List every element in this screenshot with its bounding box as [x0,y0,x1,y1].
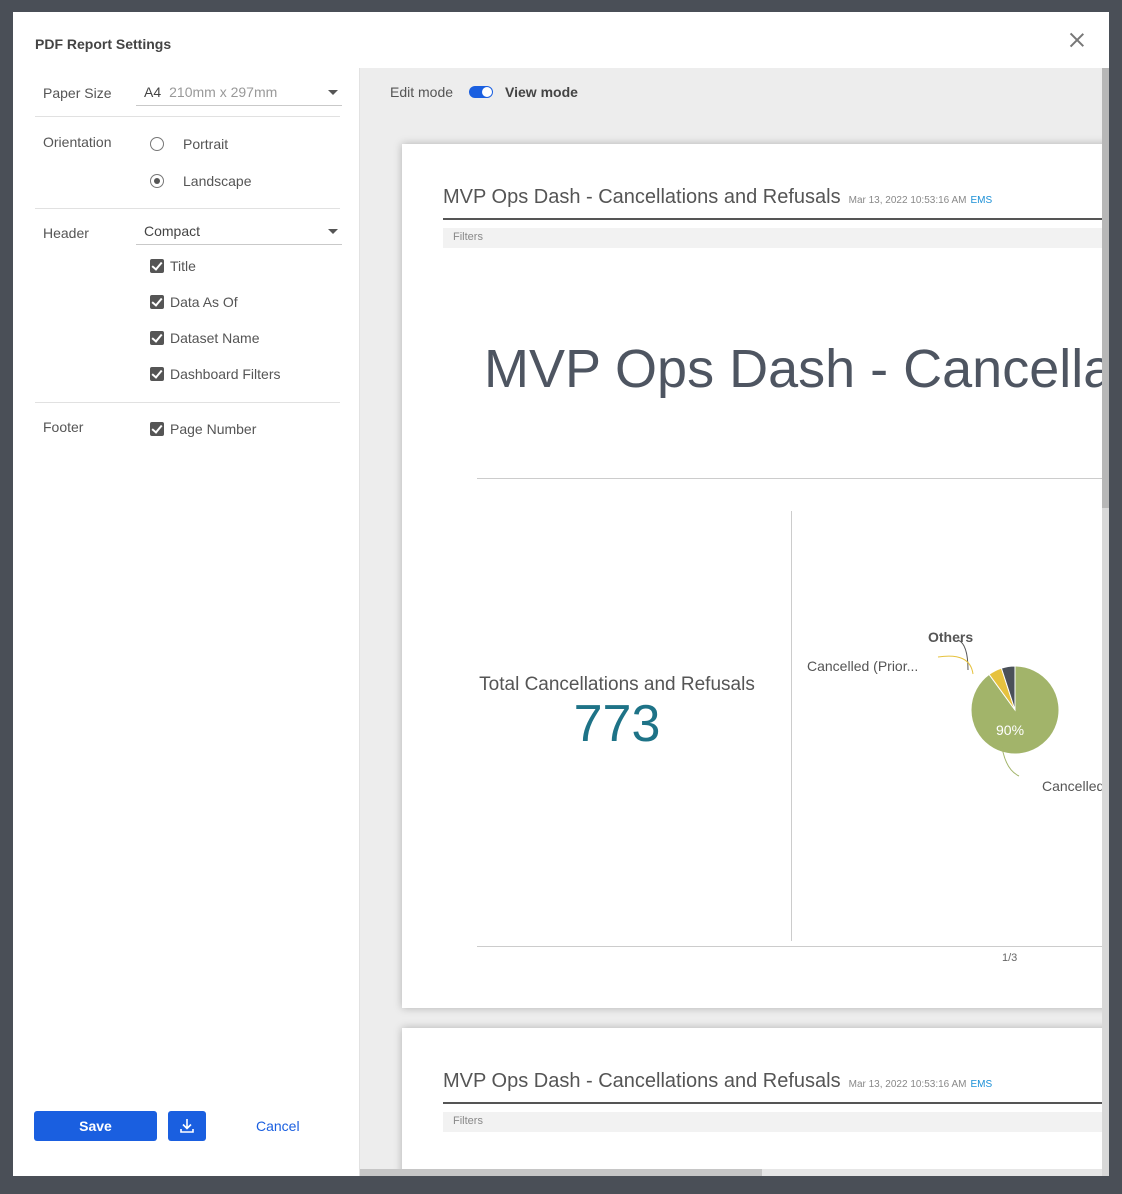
radio-landscape[interactable]: Landscape [150,173,252,189]
checkbox-dataset-name[interactable]: Dataset Name [150,330,259,346]
divider [477,478,1109,479]
divider [35,116,340,117]
divider [35,208,340,209]
dashboard-big-title: MVP Ops Dash - Cancellat [484,339,1109,399]
checkbox-checked-icon[interactable] [150,422,164,436]
checkbox-dashboard-filters[interactable]: Dashboard Filters [150,366,281,382]
checkbox-title-label: Title [170,258,196,274]
scrollbar-thumb[interactable] [360,1169,762,1176]
paper-size-value: A4 [144,84,162,100]
checkbox-page-number-label: Page Number [170,421,257,437]
download-button[interactable] [168,1111,206,1141]
cancel-button[interactable]: Cancel [256,1118,300,1134]
report-date: Mar 13, 2022 10:53:16 AM [848,195,967,206]
paper-size-label: Paper Size [43,85,112,101]
filters-bar: Filters [443,228,1109,248]
checkbox-title[interactable]: Title [150,258,196,274]
checkbox-checked-icon[interactable] [150,295,164,309]
divider [477,946,1109,947]
footer-label: Footer [43,419,84,435]
report-date: Mar 13, 2022 10:53:16 AM [848,1079,967,1090]
checkbox-dataset-name-label: Dataset Name [170,330,260,346]
header-rule [443,1102,1109,1104]
report-title: MVP Ops Dash - Cancellations and Refusal… [443,186,841,208]
preview-page-1: MVP Ops Dash - Cancellations and Refusal… [402,144,1109,1008]
radio-landscape-label: Landscape [183,173,252,189]
paper-size-select[interactable]: A4 210mm x 297mm [136,80,342,106]
checkbox-page-number[interactable]: Page Number [150,421,256,437]
pie-label-others: Others [928,629,973,645]
report-header: MVP Ops Dash - Cancellations and Refusal… [443,1070,992,1093]
paper-size-detail: 210mm x 297mm [169,84,278,100]
checkbox-data-as-of[interactable]: Data As Of [150,294,238,310]
horizontal-scrollbar[interactable] [360,1169,1102,1176]
orientation-label: Orientation [43,134,112,150]
kpi-value: 773 [573,695,661,753]
chevron-down-icon [328,90,338,95]
header-select[interactable]: Compact [136,219,342,245]
header-label: Header [43,225,89,241]
pie-slice-percent: 90% [996,722,1024,738]
preview-page-2: MVP Ops Dash - Cancellations and Refusal… [402,1028,1109,1176]
checkbox-checked-icon[interactable] [150,367,164,381]
radio-portrait-label: Portrait [183,136,229,152]
dialog-title: PDF Report Settings [35,36,172,52]
download-icon [180,1119,194,1133]
checkbox-checked-icon[interactable] [150,331,164,345]
pie-label-cancelled-prior: Cancelled (Prior... [807,658,918,674]
radio-circle-icon[interactable] [150,137,164,151]
report-source: EMS [970,195,993,206]
checkbox-checked-icon[interactable] [150,259,164,273]
mode-toggle[interactable] [469,86,494,98]
header-select-value: Compact [144,223,201,239]
checkbox-dashboard-filters-label: Dashboard Filters [170,366,281,382]
report-source: EMS [970,1079,993,1090]
vertical-scrollbar[interactable] [1102,68,1109,1176]
header-rule [443,218,1109,220]
report-header: MVP Ops Dash - Cancellations and Refusal… [443,186,992,209]
edit-mode-label: Edit mode [390,84,454,100]
filters-bar: Filters [443,1112,1109,1132]
pie-chart: Others Cancelled (Prior... Cancelled 90% [807,629,1104,794]
pdf-preview-area: Edit mode View mode MVP Ops Dash - Cance… [360,68,1109,1176]
kpi-label: Total Cancellations and Refusals [479,674,755,695]
scrollbar-thumb[interactable] [1102,68,1109,508]
page-number: 1/3 [1002,952,1018,964]
close-icon[interactable] [1067,30,1087,50]
view-mode-label: View mode [505,84,578,100]
save-button[interactable]: Save [34,1111,157,1141]
mode-switch: Edit mode View mode [390,84,578,100]
divider [35,402,340,403]
pdf-report-settings-dialog: PDF Report Settings Paper Size A4 210mm x… [13,12,1109,1176]
report-title: MVP Ops Dash - Cancellations and Refusal… [443,1070,841,1092]
radio-selected-icon[interactable] [150,174,164,188]
checkbox-data-as-of-label: Data As Of [170,294,238,310]
chevron-down-icon [328,229,338,234]
settings-panel: Paper Size A4 210mm x 297mm Orientation P… [13,68,360,1176]
pie-label-cancelled: Cancelled [1042,778,1104,794]
radio-portrait[interactable]: Portrait [150,136,228,152]
